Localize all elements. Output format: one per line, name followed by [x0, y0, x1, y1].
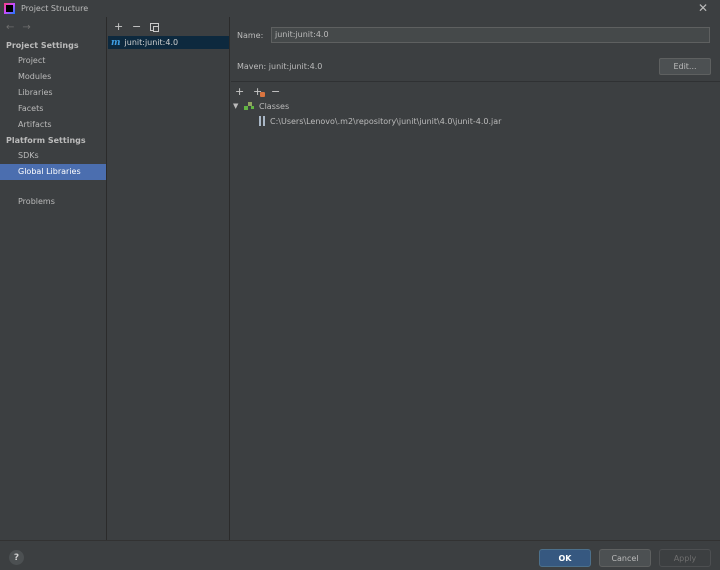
title-bar: Project Structure ✕: [0, 0, 720, 17]
settings-sidebar: ← → Project Settings Project Modules Lib…: [0, 17, 106, 540]
expand-toggle-icon[interactable]: ▼: [233, 102, 242, 110]
nav-arrows: ← →: [0, 17, 106, 38]
sidebar-item-artifacts[interactable]: Artifacts: [0, 117, 106, 133]
apply-button[interactable]: Apply: [659, 549, 711, 567]
name-label: Name:: [237, 30, 264, 40]
sidebar-item-sdks[interactable]: SDKs: [0, 148, 106, 164]
intellij-logo-icon: [4, 3, 15, 14]
cancel-button[interactable]: Cancel: [599, 549, 651, 567]
tree-node-jar[interactable]: C:\Users\Lenovo\.m2\repository\junit\jun…: [259, 116, 501, 126]
sidebar-item-modules[interactable]: Modules: [0, 69, 106, 85]
jar-path: C:\Users\Lenovo\.m2\repository\junit\jun…: [270, 116, 502, 126]
classes-icon: [242, 101, 256, 111]
window-title: Project Structure: [21, 4, 89, 13]
library-details-panel: Name: junit:junit:4.0 Maven: junit:junit…: [231, 17, 720, 540]
sidebar-item-problems[interactable]: Problems: [0, 194, 106, 210]
remove-icon[interactable]: −: [132, 20, 141, 33]
name-row: Name: junit:junit:4.0: [237, 27, 710, 43]
close-icon[interactable]: ✕: [698, 1, 708, 15]
name-field[interactable]: junit:junit:4.0: [271, 27, 710, 43]
sidebar-item-global-libraries[interactable]: Global Libraries: [0, 164, 106, 180]
library-toolbar: + −: [107, 17, 229, 36]
dialog-footer: ? OK Cancel Apply: [0, 540, 720, 570]
sidebar-item-facets[interactable]: Facets: [0, 101, 106, 117]
sidebar-item-libraries[interactable]: Libraries: [0, 85, 106, 101]
tree-toolbar: + + −: [235, 85, 280, 98]
copy-icon[interactable]: [150, 22, 159, 32]
ok-button[interactable]: OK: [539, 549, 591, 567]
add-icon[interactable]: +: [235, 85, 244, 98]
platform-settings-header: Platform Settings: [6, 136, 86, 145]
library-item-label: junit:junit:4.0: [124, 38, 179, 47]
project-settings-header: Project Settings: [6, 41, 79, 50]
tree-node-label: Classes: [259, 101, 290, 111]
tree-node-classes[interactable]: ▼ Classes: [233, 101, 289, 111]
forward-arrow-icon[interactable]: →: [22, 22, 30, 33]
library-list-item[interactable]: m junit:junit:4.0: [108, 36, 229, 49]
back-arrow-icon[interactable]: ←: [6, 22, 14, 33]
edit-button[interactable]: Edit...: [659, 58, 711, 75]
divider: [231, 81, 720, 82]
library-list-panel: + − m junit:junit:4.0: [106, 17, 230, 540]
maven-icon: m: [111, 37, 121, 48]
remove-icon[interactable]: −: [271, 85, 280, 98]
help-button[interactable]: ?: [9, 550, 24, 565]
sidebar-item-project[interactable]: Project: [0, 53, 106, 69]
add-icon[interactable]: +: [114, 20, 123, 33]
jar-icon: [259, 116, 265, 126]
maven-coordinates: Maven: junit:junit:4.0: [237, 62, 323, 71]
add-jar-icon[interactable]: +: [253, 85, 265, 98]
